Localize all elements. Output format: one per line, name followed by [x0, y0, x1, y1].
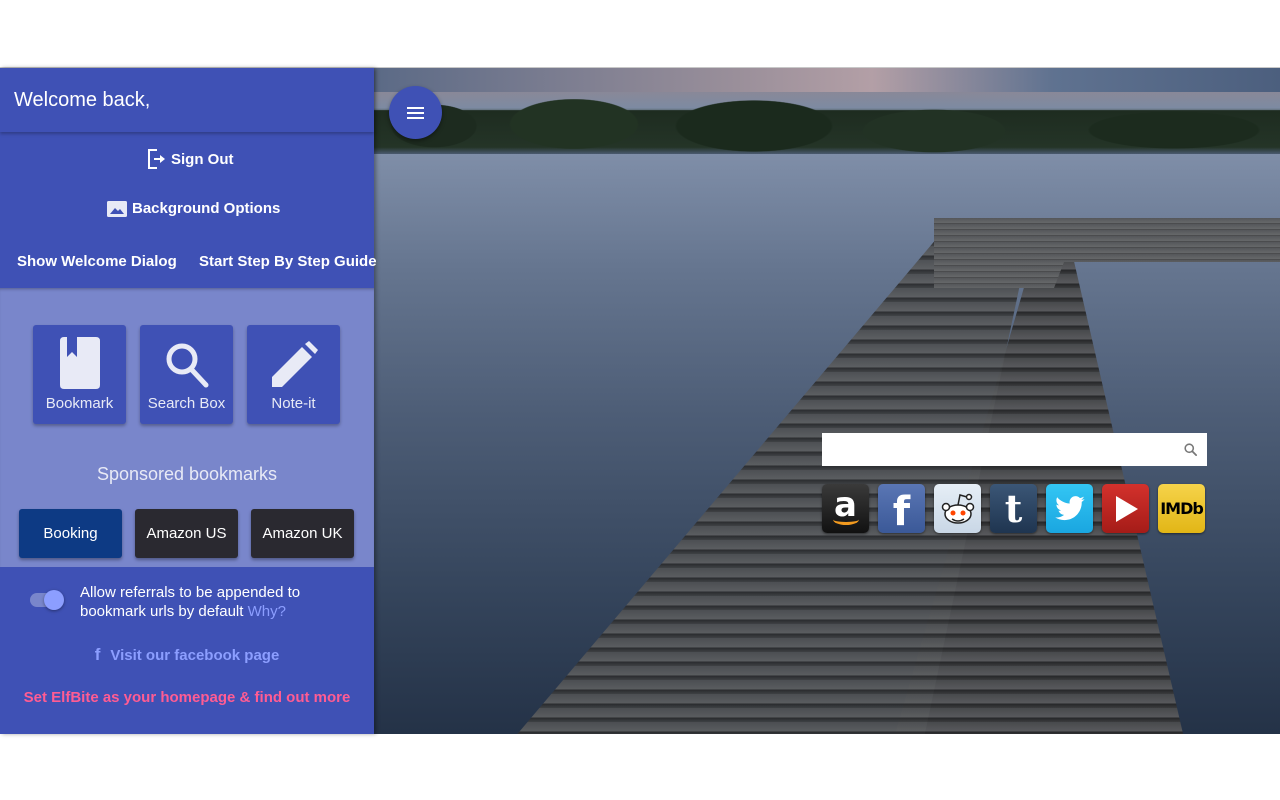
referral-setting-label: Allow referrals to be appended to bookma… — [80, 583, 340, 621]
toggle-thumb — [44, 590, 64, 610]
sidebar: Welcome back, Sign Out Background Option… — [0, 68, 377, 734]
sponsored-amazon-uk-button[interactable]: Amazon UK — [251, 509, 354, 558]
sign-out-label: Sign Out — [171, 150, 234, 168]
menu-button[interactable] — [389, 86, 442, 139]
sponsored-bookmarks-heading: Sponsored bookmarks — [96, 464, 278, 484]
bookmark-icon — [59, 337, 100, 389]
search-box-tool-button[interactable]: Search Box — [140, 325, 233, 424]
twitter-icon — [1054, 495, 1085, 520]
search-icon — [1183, 443, 1197, 456]
bookmark-tool-button[interactable]: Bookmark — [33, 325, 126, 424]
imdb-icon: IMDb — [1160, 499, 1204, 518]
bookmark-tool-label: Bookmark — [45, 395, 114, 412]
step-by-step-guide-link[interactable]: Start Step By Step Guide — [199, 253, 377, 270]
quick-link-amazon[interactable]: a — [822, 484, 869, 533]
welcome-heading: Welcome back, — [0, 68, 374, 132]
sidebar-footer: Allow referrals to be appended to bookma… — [0, 567, 374, 734]
quick-link-imdb[interactable]: IMDb — [1158, 484, 1205, 533]
background-options-link[interactable]: Background Options — [107, 200, 280, 217]
search-icon — [166, 343, 208, 388]
amazon-smile — [833, 514, 859, 525]
treeline — [374, 86, 1280, 154]
pencil-icon — [271, 341, 318, 387]
sponsored-bookmarks: Booking Amazon US Amazon UK — [19, 509, 354, 558]
reddit-icon — [941, 493, 974, 524]
facebook-icon: f — [94, 645, 101, 664]
set-homepage-link[interactable]: Set ElfBite as your homepage & find out … — [0, 689, 374, 706]
search-input[interactable] — [822, 434, 1173, 465]
referral-toggle[interactable] — [30, 590, 66, 610]
sign-out-link[interactable]: Sign Out — [146, 148, 234, 170]
search-button[interactable] — [1173, 442, 1207, 457]
note-it-tool-label: Note-it — [271, 395, 316, 412]
sign-out-icon — [148, 149, 165, 169]
show-welcome-dialog-link[interactable]: Show Welcome Dialog — [17, 253, 177, 270]
account-menu: Sign Out Background Options Show Welcome… — [0, 132, 377, 288]
quick-link-twitter[interactable] — [1046, 484, 1093, 533]
facebook-icon: f — [892, 488, 911, 534]
why-link[interactable]: Why? — [248, 603, 286, 620]
sponsored-amazon-us-button[interactable]: Amazon US — [135, 509, 238, 558]
search-box-tool-label: Search Box — [147, 395, 226, 412]
referral-setting: Allow referrals to be appended to bookma… — [30, 583, 340, 621]
quick-link-facebook[interactable]: f — [878, 484, 925, 533]
image-icon — [107, 200, 127, 217]
search-box — [822, 433, 1207, 466]
tool-tiles: Bookmark Search Box Note-it — [33, 325, 340, 424]
hamburger-icon — [407, 106, 424, 119]
quick-link-youtube[interactable] — [1102, 484, 1149, 533]
background-options-label: Background Options — [132, 200, 281, 217]
app-frame: a f t IMDb Welcome back, Sign Out Backgr… — [0, 67, 1280, 734]
quick-link-reddit[interactable] — [934, 484, 981, 533]
background-image — [374, 68, 1280, 734]
sponsored-booking-button[interactable]: Booking — [19, 509, 122, 558]
facebook-page-label: Visit our facebook page — [110, 646, 280, 664]
quick-links: a f t IMDb — [822, 484, 1205, 533]
play-icon — [1115, 495, 1138, 522]
note-it-tool-button[interactable]: Note-it — [247, 325, 340, 424]
quick-link-tumblr[interactable]: t — [990, 484, 1037, 533]
facebook-page-link[interactable]: f Visit our facebook page — [0, 645, 374, 665]
tumblr-icon: t — [1004, 486, 1023, 531]
tools-panel: Bookmark Search Box Note-it Sponsored bo… — [0, 288, 374, 567]
